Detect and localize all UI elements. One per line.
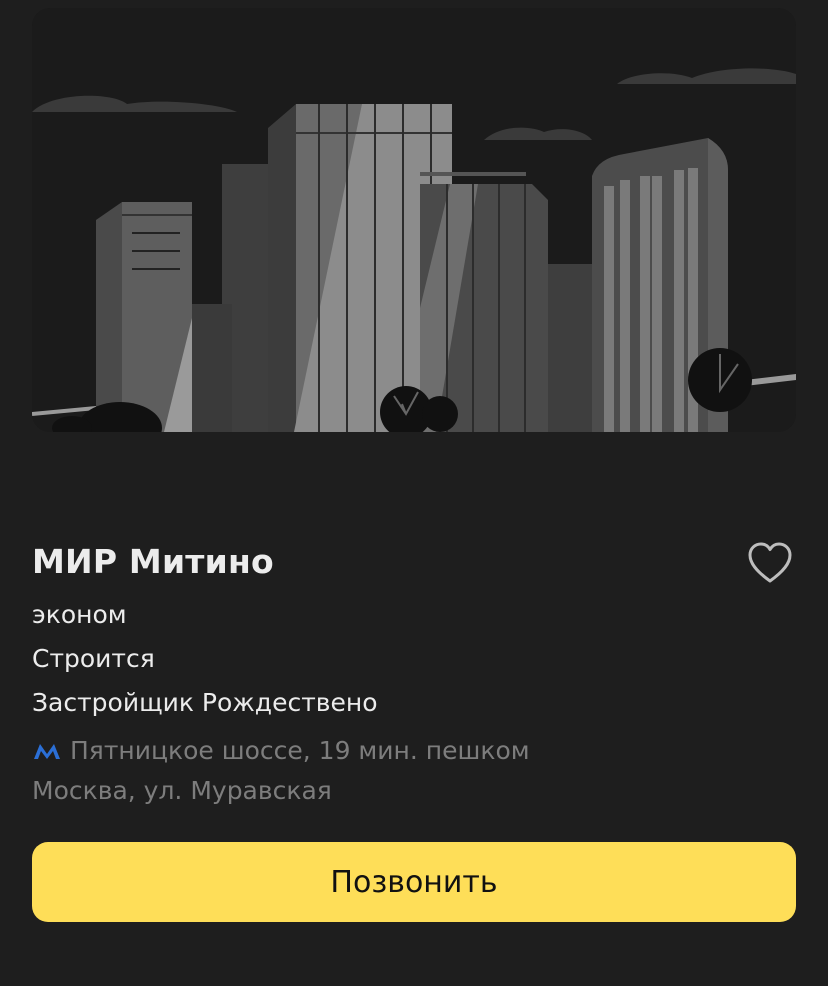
city-illustration (32, 8, 796, 432)
metro-info: Пятницкое шоссе, 19 мин. пешком (32, 736, 530, 765)
address: Москва, ул. Муравская (32, 776, 332, 805)
housing-class: эконом (32, 600, 127, 629)
construction-status: Строится (32, 644, 155, 673)
listing-image[interactable] (32, 8, 796, 432)
favorite-button[interactable] (746, 541, 794, 587)
call-button[interactable]: Позвонить (32, 842, 796, 922)
metro-icon (34, 743, 60, 759)
developer-name: Застройщик Рождествено (32, 688, 378, 717)
heart-outline-icon (748, 542, 792, 583)
metro-text: Пятницкое шоссе, 19 мин. пешком (70, 736, 530, 765)
listing-title: МИР Митино (32, 542, 274, 581)
